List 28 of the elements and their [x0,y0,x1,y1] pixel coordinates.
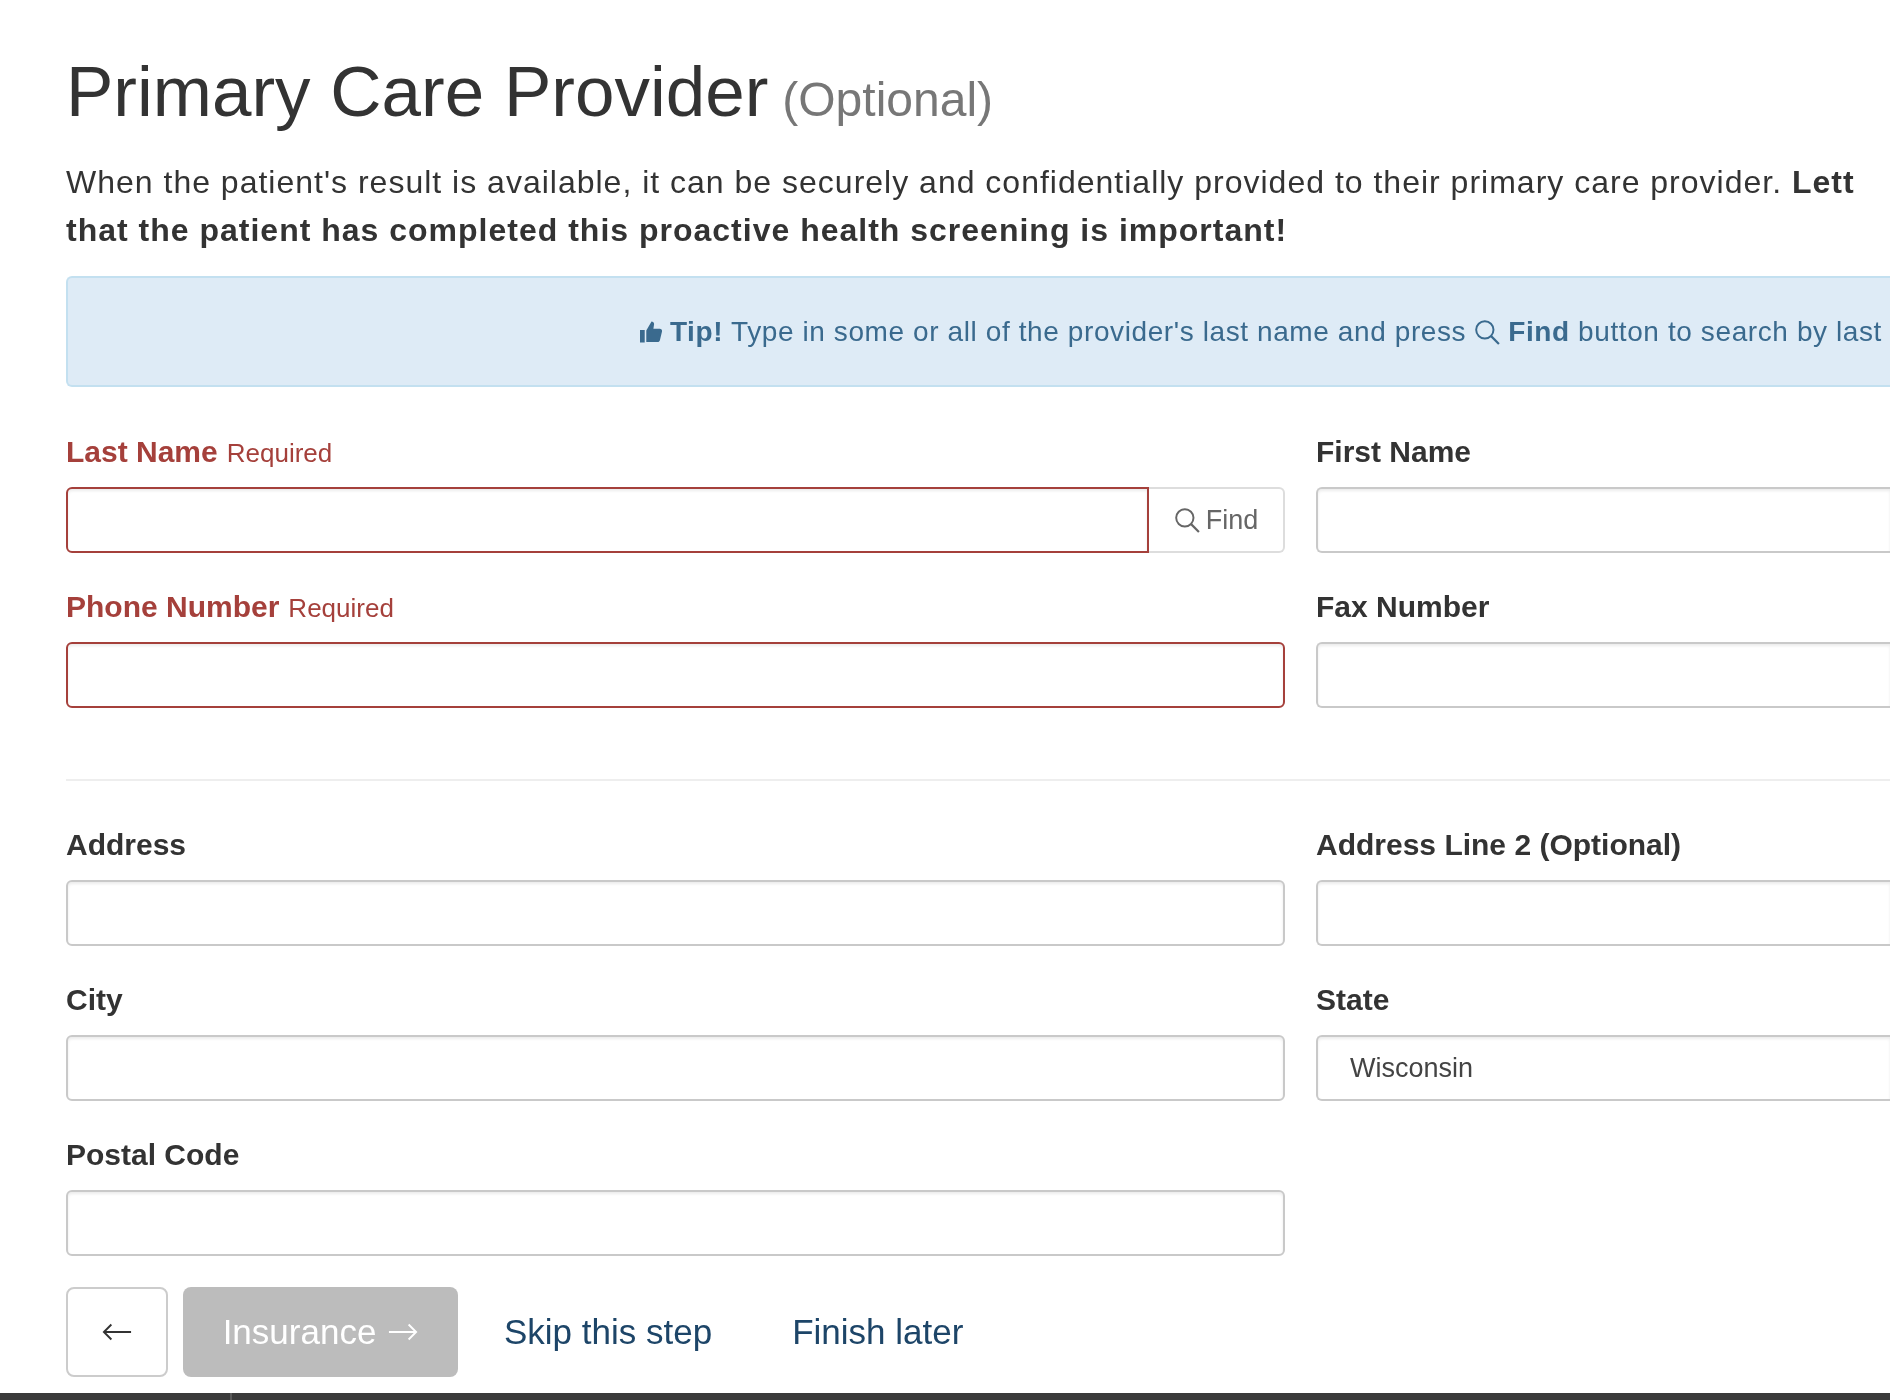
field-label: Last Name [66,434,218,470]
thumbs-up-icon [639,319,662,344]
field-label: Address Line 2 (Optional) [1316,827,1682,863]
field-label: First Name [1316,434,1472,470]
tip-text: Find button to search by last [1508,314,1882,349]
required-note: Required [226,437,333,470]
page-title: Primary Care Provider [66,52,769,131]
field-label: State [1316,982,1390,1018]
text-field[interactable]: Wisconsin [1316,1035,1890,1101]
field-label: Postal Code [66,1137,240,1173]
optional-note: (Optional) [782,73,994,126]
field-label: Phone Number [66,589,280,625]
field-label: Fax Number [1316,589,1490,625]
required-note: Required [288,592,394,625]
tip-text: Tip! Type in some or all of the provider's last name and press [669,314,1467,349]
intro-text: When the patient's result is available, it can be securely and confidentially provided to their primary care provider. Lett that the patient has completed this proactive health screening is important! [66,163,1856,250]
arrow-right-icon [388,1322,419,1342]
field-label: Address [66,827,187,863]
find-button[interactable]: Find [1149,487,1285,553]
text-link[interactable]: Skip this step [504,1305,713,1359]
text-field[interactable] [66,642,1285,708]
arrow-left-icon [102,1322,132,1342]
text-field[interactable] [66,487,1149,553]
search-icon [1474,318,1501,345]
search-icon [1173,507,1200,533]
back-button[interactable] [66,1287,168,1377]
field-label: City [66,982,123,1018]
text-link[interactable]: Finish later [792,1305,964,1359]
